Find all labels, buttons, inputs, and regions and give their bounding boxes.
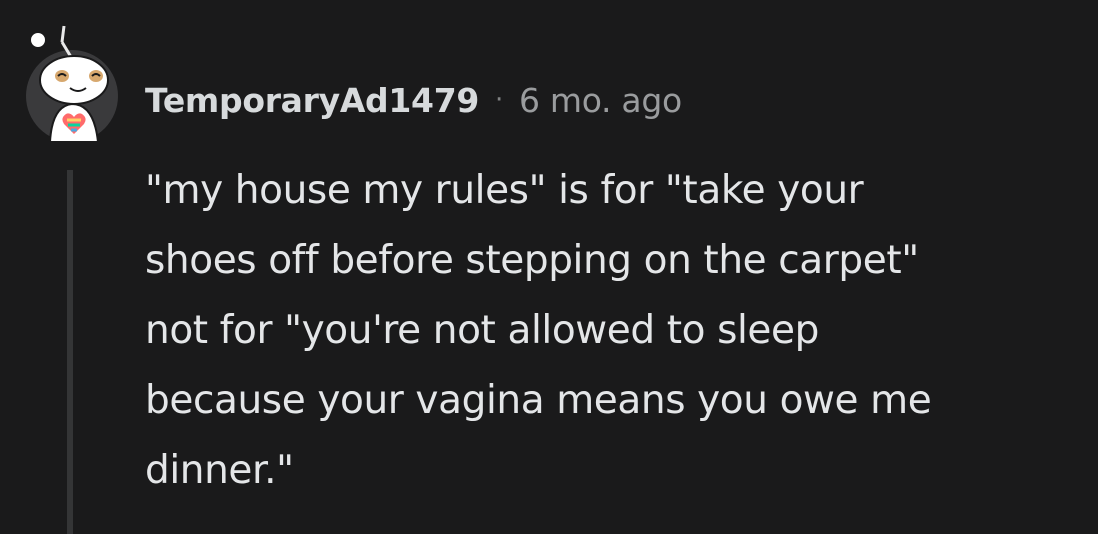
- thread-line[interactable]: [67, 170, 73, 534]
- comment-body: "my house my rules" is for "take your sh…: [145, 156, 1075, 506]
- comment-line: shoes off before stepping on the carpet": [145, 238, 919, 283]
- comment-author[interactable]: TemporaryAd1479: [145, 81, 479, 120]
- comment-line: dinner.": [145, 448, 294, 493]
- comment-line: not for "you're not allowed to sleep: [145, 308, 819, 353]
- comment-meta: TemporaryAd1479 · 6 mo. ago: [145, 78, 682, 122]
- comment-avatar[interactable]: [22, 22, 122, 144]
- comment-line: because your vagina means you owe me: [145, 378, 932, 423]
- comment-timestamp[interactable]: 6 mo. ago: [519, 81, 682, 120]
- snoo-avatar-icon: [26, 25, 118, 143]
- comment-line: "my house my rules" is for "take your: [145, 168, 864, 213]
- meta-separator: ·: [495, 85, 503, 115]
